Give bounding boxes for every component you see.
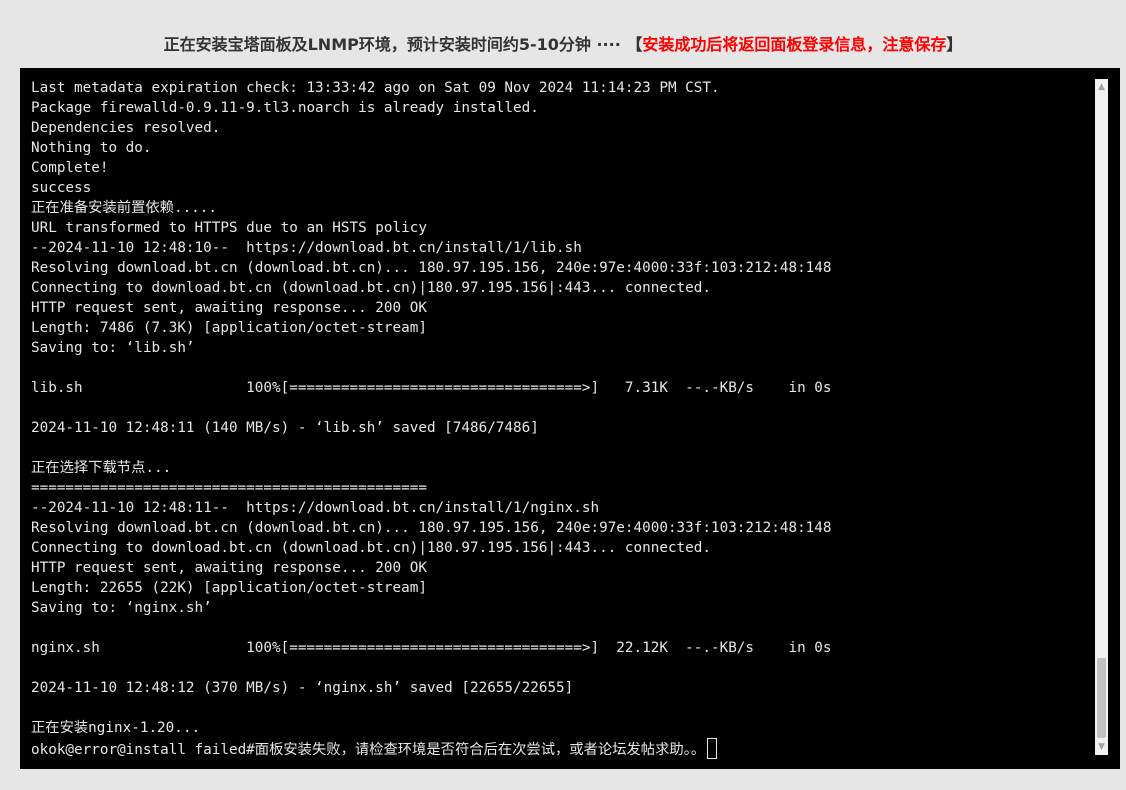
terminal-line: Connecting to download.bt.cn (download.b… bbox=[31, 280, 711, 296]
terminal-line: 2024-11-10 12:48:11 (140 MB/s) - ‘lib.sh… bbox=[31, 420, 539, 436]
terminal-line: 正在安装nginx-1.20... bbox=[31, 720, 201, 736]
terminal-line: Connecting to download.bt.cn (download.b… bbox=[31, 540, 711, 556]
terminal-line: Nothing to do. bbox=[31, 140, 152, 156]
terminal-line: Last metadata expiration check: 13:33:42… bbox=[31, 80, 720, 96]
terminal-line: Length: 22655 (22K) [application/octet-s… bbox=[31, 580, 427, 596]
terminal-line: Saving to: ‘nginx.sh’ bbox=[31, 600, 212, 616]
terminal-line: HTTP request sent, awaiting response... … bbox=[31, 560, 427, 576]
terminal-line: ========================================… bbox=[31, 480, 427, 496]
terminal-scrollbar[interactable]: ▲ ▼ bbox=[1095, 79, 1108, 755]
terminal-line: Resolving download.bt.cn (download.bt.cn… bbox=[31, 520, 832, 536]
terminal-line: nginx.sh 100%[==========================… bbox=[31, 640, 832, 656]
scrollbar-thumb[interactable] bbox=[1097, 658, 1106, 738]
terminal-cursor bbox=[707, 738, 718, 759]
install-progress-text: 正在安装宝塔面板及LNMP环境，预计安装时间约5-10分钟 ···· bbox=[163, 35, 627, 54]
terminal-line: Resolving download.bt.cn (download.bt.cn… bbox=[31, 260, 832, 276]
install-warning-text: 安装成功后将返回面板登录信息，注意保存 bbox=[642, 35, 947, 54]
scroll-down-icon[interactable]: ▼ bbox=[1095, 739, 1108, 755]
terminal-line: Length: 7486 (7.3K) [application/octet-s… bbox=[31, 320, 427, 336]
terminal-line: Dependencies resolved. bbox=[31, 120, 221, 136]
terminal-line: Saving to: ‘lib.sh’ bbox=[31, 340, 195, 356]
terminal-line: success bbox=[31, 180, 92, 196]
terminal-line: URL transformed to HTTPS due to an HSTS … bbox=[31, 220, 427, 236]
terminal-line: lib.sh 100%[============================… bbox=[31, 380, 832, 396]
terminal-line: Package firewalld-0.9.11-9.tl3.noarch is… bbox=[31, 100, 539, 116]
terminal-line: 2024-11-10 12:48:12 (370 MB/s) - ‘nginx.… bbox=[31, 680, 574, 696]
terminal-output[interactable]: Last metadata expiration check: 13:33:42… bbox=[31, 78, 1091, 762]
terminal-line: 正在准备安装前置依赖..... bbox=[31, 200, 218, 216]
terminal-line: --2024-11-10 12:48:11-- https://download… bbox=[31, 500, 600, 516]
terminal-line: Complete! bbox=[31, 160, 109, 176]
warning-bracket-open: 【 bbox=[626, 35, 643, 54]
scroll-up-icon[interactable]: ▲ bbox=[1095, 79, 1108, 95]
terminal-line: okok@error@install failed#面板安装失败，请检查环境是否… bbox=[31, 738, 1091, 759]
terminal-line: 正在选择下载节点... bbox=[31, 460, 172, 476]
terminal-window[interactable]: Last metadata expiration check: 13:33:42… bbox=[20, 68, 1120, 769]
warning-bracket-close: 】 bbox=[946, 35, 963, 54]
install-status-header: 正在安装宝塔面板及LNMP环境，预计安装时间约5-10分钟 ···· 【安装成功… bbox=[0, 30, 1126, 60]
terminal-line: --2024-11-10 12:48:10-- https://download… bbox=[31, 240, 582, 256]
install-page: 正在安装宝塔面板及LNMP环境，预计安装时间约5-10分钟 ···· 【安装成功… bbox=[0, 0, 1126, 790]
terminal-line: HTTP request sent, awaiting response... … bbox=[31, 300, 427, 316]
